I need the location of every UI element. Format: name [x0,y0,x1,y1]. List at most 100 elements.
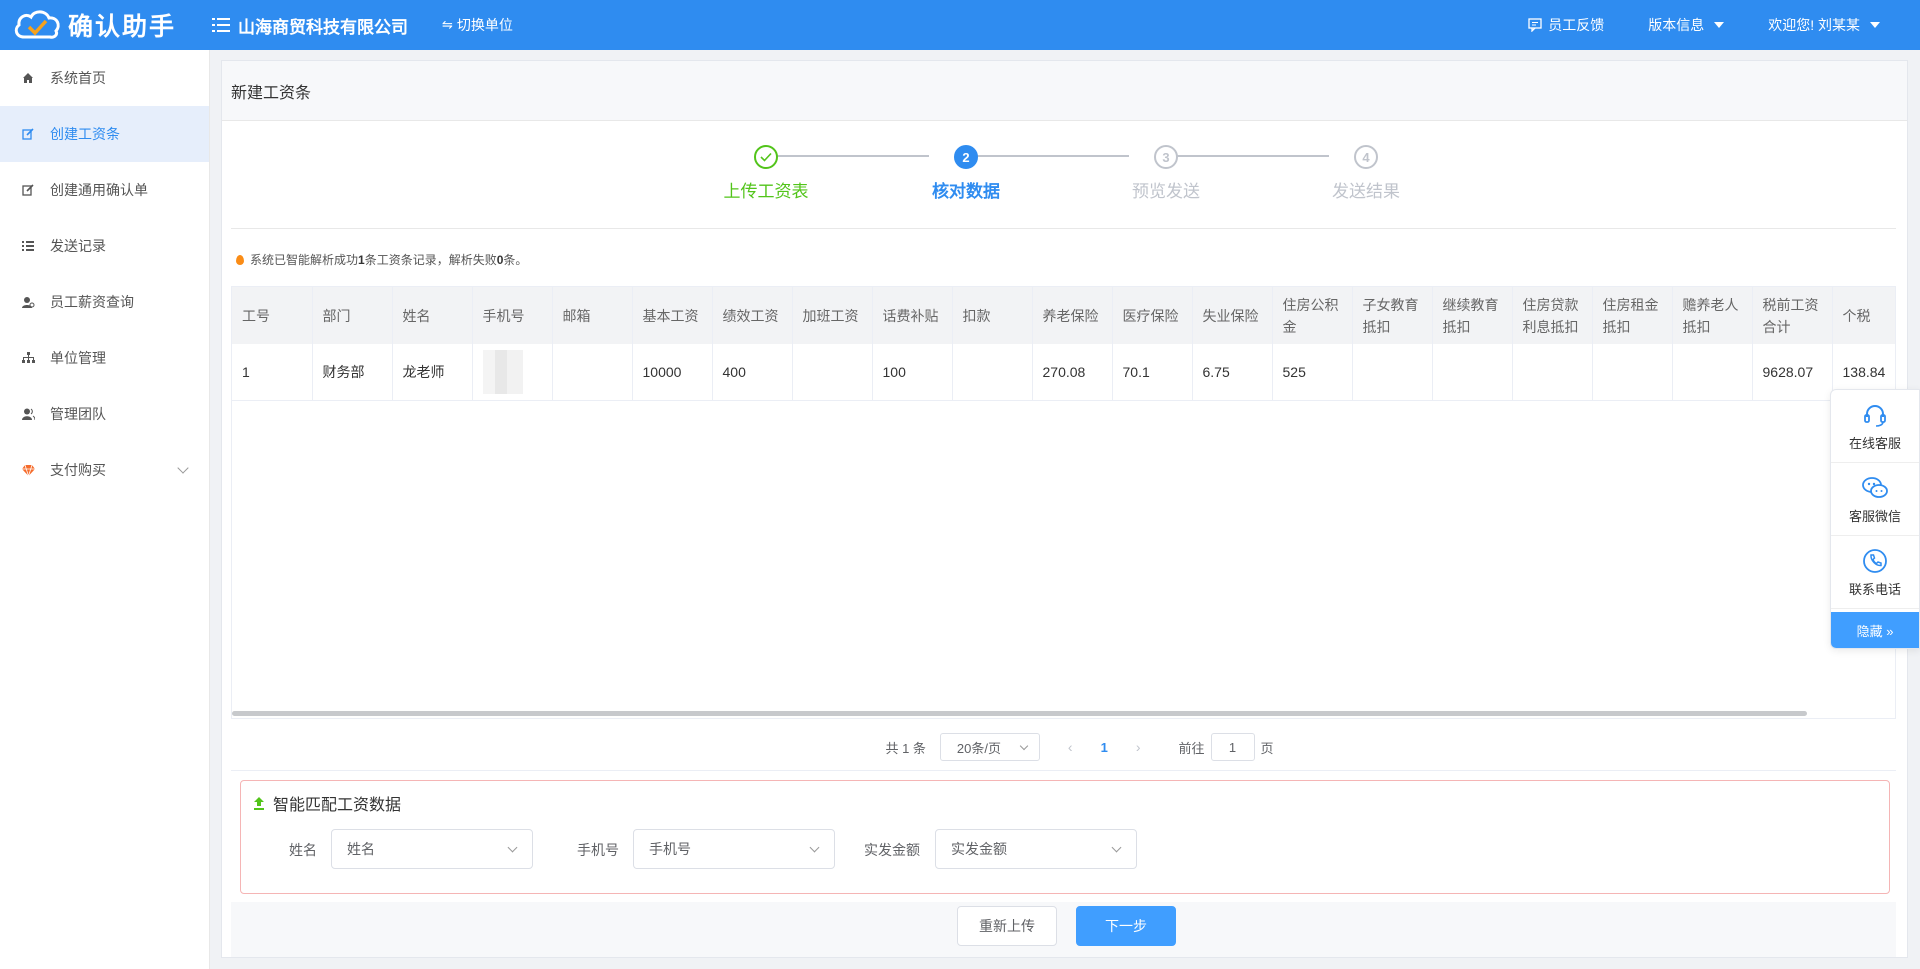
sidebar-item-payment[interactable]: 支付购买 [0,442,209,498]
prev-page-icon[interactable]: ‹ [1068,739,1073,755]
step-number: 2 [954,145,978,169]
sidebar-item-create-payslip[interactable]: 创建工资条 [0,106,209,162]
goto-page-input[interactable]: 1 [1210,733,1255,761]
company-name[interactable]: 山海商贸科技有限公司 [212,13,408,38]
switch-icon: ⇋ [442,17,453,32]
user-search-icon [20,294,36,310]
org-icon [20,350,36,366]
main-card: 新建工资条 上传工资表 2 核对数据 3 预览发送 4 发送结果 系统已智能解析… [221,60,1908,958]
caret-down-icon [1714,22,1725,28]
wechat-service-button[interactable]: 客服微信 [1831,463,1919,536]
reupload-button[interactable]: 重新上传 [957,906,1057,946]
smart-match-title: 智能匹配工资数据 [253,791,401,815]
footer-bar [231,902,1896,957]
total-count: 共 1 条 [885,740,926,756]
step-verify: 2 核对数据 [906,145,1026,202]
switch-unit-label: 切换单位 [456,17,513,33]
sidebar-item-label: 创建工资条 [50,126,120,142]
notice-text: 条。 [503,253,528,267]
app-logo[interactable]: 确认助手 [0,7,200,43]
table-cell [1352,344,1433,401]
column-header: 加班工资 [792,287,873,344]
phone-column-select[interactable]: 手机号 [633,829,835,869]
table-cell [1592,344,1673,401]
table-cell: 70.1 [1112,344,1193,401]
sidebar-item-label: 系统首页 [50,70,106,86]
column-header: 部门 [312,287,393,344]
sidebar-item-home[interactable]: 系统首页 [0,50,209,106]
user-dropdown[interactable]: 欢迎您! 刘某某 [1768,15,1880,35]
sidebar-item-team[interactable]: 管理团队 [0,386,209,442]
version-label: 版本信息 [1648,17,1705,33]
table-cell: 6.75 [1192,344,1273,401]
list-icon [20,238,36,254]
table-row[interactable]: 1 财务部 龙老师 10000 400 100 270.08 70.1 6.75… [232,344,1895,401]
menu-fold-icon[interactable] [212,18,230,32]
app-name: 确认助手 [68,13,177,41]
table-cell-phone-redacted [472,344,553,401]
sidebar: 系统首页 创建工资条 创建通用确认单 发送记录 员工薪资查询 单位管理 管理团队… [0,50,210,969]
table-cell [552,344,633,401]
sidebar-item-label: 单位管理 [50,350,106,366]
caret-down-icon [1870,22,1880,28]
online-service-button[interactable]: 在线客服 [1831,390,1919,463]
service-label: 在线客服 [1848,435,1901,451]
phone-service-button[interactable]: 联系电话 [1831,536,1919,609]
message-icon [1528,18,1542,32]
select-value: 姓名 [347,841,375,857]
next-step-button[interactable]: 下一步 [1076,906,1176,946]
page-size-select[interactable]: 20条/页 [939,733,1040,761]
field-label: 姓名 [289,842,317,858]
notice-text: 条工资条记录，解析失败 [364,253,497,267]
amount-column-select[interactable]: 实发金额 [935,829,1137,869]
column-header: 基本工资 [632,287,713,344]
table-cell: 1 [232,344,313,401]
welcome-label: 欢迎您! 刘某某 [1768,17,1860,33]
table-cell: 270.08 [1032,344,1113,401]
feedback-link[interactable]: 员工反馈 [1528,15,1604,35]
table-cell: 9628.07 [1752,344,1833,401]
table-cell [792,344,873,401]
hide-widget-button[interactable]: 隐藏 » [1831,612,1919,648]
chevron-down-icon [177,462,189,474]
version-dropdown[interactable]: 版本信息 [1648,15,1725,35]
column-header: 住房贷款利息抵扣 [1512,287,1593,344]
name-column-select[interactable]: 姓名 [331,829,533,869]
column-header: 绩效工资 [712,287,793,344]
next-page-icon[interactable]: › [1136,739,1141,755]
column-header: 个税 [1832,287,1895,344]
table-cell: 100 [872,344,953,401]
horizontal-scrollbar[interactable] [232,711,1807,716]
column-header: 子女教育抵扣 [1352,287,1433,344]
customer-service-widget: 在线客服 客服微信 联系电话 隐藏 » [1830,389,1920,649]
edit-icon [20,182,36,198]
table-cell: 财务部 [312,344,393,401]
column-header: 赡养老人抵扣 [1672,287,1753,344]
page-unit: 页 [1260,740,1274,756]
table-cell: 525 [1272,344,1353,401]
sidebar-item-salary-query[interactable]: 员工薪资查询 [0,274,209,330]
sidebar-item-send-records[interactable]: 发送记录 [0,218,209,274]
company-label: 山海商贸科技有限公司 [238,17,408,37]
chevron-down-icon [1111,842,1122,853]
page-number[interactable]: 1 [1101,740,1108,755]
divider [231,228,1896,229]
column-header: 住房租金抵扣 [1592,287,1673,344]
column-header: 姓名 [392,287,473,344]
field-label: 实发金额 [864,842,920,858]
salary-table: 工号 部门 姓名 手机号 邮箱 基本工资 绩效工资 加班工资 话费补贴 扣款 养… [231,286,1896,719]
table-cell: 龙老师 [392,344,473,401]
divider [231,770,1896,771]
chevron-down-icon [809,842,820,853]
select-value: 实发金额 [951,841,1007,857]
sidebar-item-unit-management[interactable]: 单位管理 [0,330,209,386]
smart-match-title-text: 智能匹配工资数据 [273,797,402,814]
switch-unit-link[interactable]: ⇋ 切换单位 [442,15,513,35]
column-header: 税前工资合计 [1752,287,1833,344]
team-icon [20,406,36,422]
home-icon [20,70,36,86]
step-label: 发送结果 [1332,182,1400,201]
parse-notice: 系统已智能解析成功 1 条工资条记录，解析失败 0 条。 [236,251,527,268]
column-header: 工号 [232,287,313,344]
sidebar-item-create-confirm[interactable]: 创建通用确认单 [0,162,209,218]
